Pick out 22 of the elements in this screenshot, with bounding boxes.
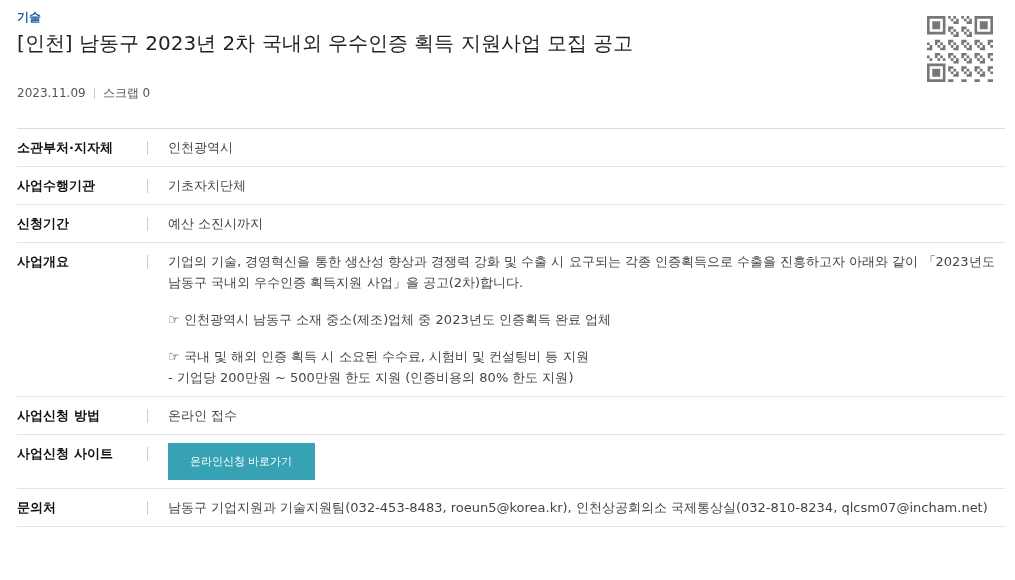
description-text: - 기업당 200만원 ~ 500만원 한도 지원 (인증비용의 80% 한도 지원) <box>168 369 575 387</box>
field-label: 사업수행기관 <box>17 177 96 195</box>
field-label: 소관부처·지자체 <box>17 139 114 157</box>
category-label: 기술 <box>17 9 42 26</box>
description-text: ☞ 인천광역시 남동구 소재 중소(제조)업체 중 2023년도 인증획득 완료 업체 <box>168 311 613 329</box>
field-label: 사업신청 사이트 <box>17 445 114 463</box>
field-value: 인천광역시 <box>168 139 234 157</box>
post-date: 2023.11.09 <box>17 85 86 102</box>
apply-online-button[interactable]: 온라인신청 바로가기 <box>168 443 315 480</box>
field-label: 사업신청 방법 <box>17 407 101 425</box>
page-title: [인천] 남동구 2023년 2차 국내외 우수인증 획득 지원사업 모집 공고 <box>17 30 634 57</box>
scrap-count: 스크랩 0 <box>102 85 151 102</box>
field-label: 문의처 <box>17 499 57 517</box>
qr-code <box>927 16 993 82</box>
field-label: 사업개요 <box>17 253 70 271</box>
description-text: 기업의 기술, 경영혁신을 통한 생산성 향상과 경쟁력 강화 및 수출 시 요구되는 각종 인증획득으로 수출을 진흥하고자 아래와 같이 「2023년도 남동구 국내외 우수인증 획득지원 사업」을 공고(2차)합니다. <box>168 253 996 292</box>
field-label: 신청기간 <box>17 215 70 233</box>
field-value: 온라인 접수 <box>168 407 239 425</box>
field-value: 예산 소진시까지 <box>168 215 265 233</box>
field-value: 기초자치단체 <box>168 177 247 195</box>
field-value: 남동구 기업지원과 기술지원팀(032-453-8483, roeun5@korea.kr), 인천상공회의소 국제통상실(032-810-8234, qlcsm07@incham.net) <box>168 499 989 517</box>
description-text: ☞ 국내 및 해외 인증 획득 시 소요된 수수료, 시험비 및 컨설팅비 등 지원 <box>168 348 590 366</box>
